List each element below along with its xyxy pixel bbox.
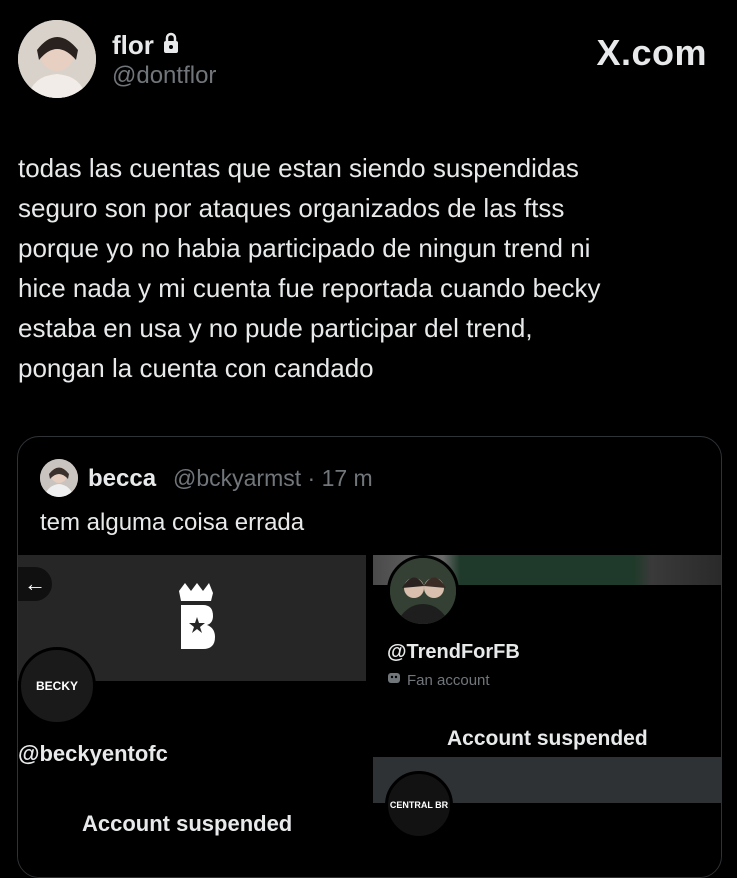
left-avatar-text: BECKY <box>35 679 78 693</box>
author-name-label[interactable]: flor <box>112 30 154 61</box>
right-card-avatar <box>387 555 459 627</box>
lock-icon <box>162 30 180 61</box>
tweet-text: todas las cuentas que estan siendo suspe… <box>18 153 601 383</box>
fan-account-label: Fan account <box>407 671 490 689</box>
back-arrow-icon[interactable]: ← <box>18 567 52 601</box>
right-screenshot: @TrendForFB Fan account Account suspende… <box>373 555 721 877</box>
masks-icon <box>387 671 401 689</box>
quote-handle-time[interactable]: @bckyarmst · 17 m <box>173 465 373 492</box>
quote-avatar[interactable] <box>40 459 78 497</box>
left-screenshot: ← BECKY @beckyentofc Account suspended <box>18 555 366 877</box>
fan-account-row: Fan account <box>387 671 490 689</box>
author-name[interactable]: flor <box>112 30 180 61</box>
quote-author-name[interactable]: becca <box>88 465 156 493</box>
left-card-status: Account suspended <box>82 811 293 836</box>
quote-text: tem alguma coisa errada <box>40 509 305 536</box>
author-avatar[interactable] <box>18 20 96 98</box>
author-handle[interactable]: @dontflor <box>112 62 216 90</box>
becky-crown-logo-icon <box>179 583 215 649</box>
right-card-avatar-2: CENTRAL BR <box>385 771 453 839</box>
quoted-tweet[interactable]: becca @bckyarmst · 17 m tem alguma coisa… <box>17 436 722 878</box>
right-card-handle: @TrendForFB <box>387 641 520 663</box>
left-card-avatar: BECKY <box>18 647 96 725</box>
left-card-handle: @beckyentofc <box>18 741 168 766</box>
right-avatar2-text: CENTRAL BR <box>389 800 449 810</box>
right-card-status: Account suspended <box>447 727 648 750</box>
brand-label: X.com <box>596 32 707 73</box>
